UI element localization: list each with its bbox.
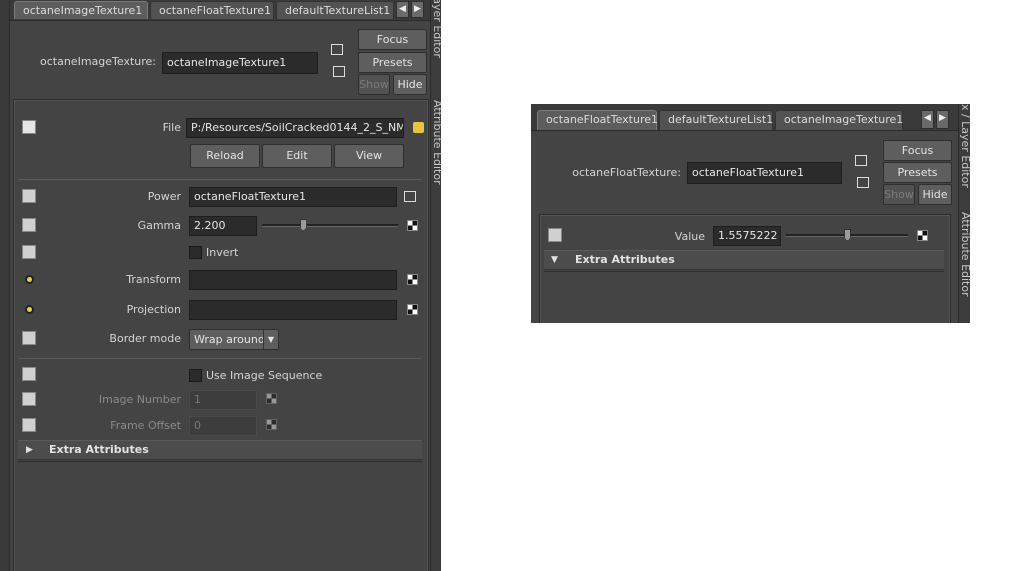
border-mode-dropdown[interactable]: Wrap around ▼	[189, 329, 279, 350]
node-name-label: octaneImageTexture:	[40, 55, 156, 68]
output-connection-icon[interactable]	[857, 177, 869, 188]
image-number-map-icon[interactable]	[266, 393, 277, 404]
node-name-input[interactable]: octaneImageTexture1	[162, 52, 318, 74]
left-edge	[0, 0, 10, 571]
divider	[18, 461, 422, 462]
transform-attribute-icon	[25, 275, 34, 284]
projection-attribute-icon	[25, 305, 34, 314]
value-attribute-icon	[548, 228, 562, 242]
transform-input[interactable]	[189, 270, 397, 290]
focus-button[interactable]: Focus	[883, 140, 952, 161]
tab-scroll-right-button[interactable]: ▶	[411, 1, 424, 18]
sidebar-strip: Box / Layer Editor Attribute Editor	[958, 104, 970, 323]
power-attribute-icon	[22, 189, 36, 203]
value-map-icon[interactable]	[917, 230, 928, 241]
output-connection-icon[interactable]	[333, 66, 345, 77]
tab-bar: octaneFloatTexture1 defaultTextureList1 …	[531, 104, 958, 131]
transform-label: Transform	[126, 273, 181, 286]
chevron-down-icon: ▼	[263, 330, 278, 349]
input-connection-icon[interactable]	[331, 44, 343, 55]
gamma-slider[interactable]	[262, 224, 398, 227]
extra-attributes-section[interactable]: ▶ Extra Attributes	[18, 440, 422, 460]
use-image-sequence-checkbox[interactable]	[189, 369, 202, 382]
border-mode-value: Wrap around	[194, 333, 265, 346]
tab-scroll-left-button[interactable]: ◀	[396, 1, 409, 18]
frame-offset-attribute-icon	[22, 418, 36, 432]
sidebar-strip: Box / Layer Editor Attribute Editor	[430, 0, 441, 571]
sidebar-label-attribute-editor[interactable]: Attribute Editor	[959, 212, 970, 297]
tab-octane-image-texture[interactable]: octaneImageTexture1	[775, 110, 903, 130]
sequence-attribute-icon	[22, 367, 36, 381]
hide-button[interactable]: Hide	[393, 74, 427, 95]
border-mode-label: Border mode	[109, 332, 181, 345]
extra-attributes-label: Extra Attributes	[575, 253, 675, 266]
tab-octane-float-texture[interactable]: octaneFloatTexture1	[150, 1, 274, 19]
gamma-attribute-icon	[22, 218, 36, 232]
gamma-map-icon[interactable]	[407, 220, 418, 231]
extra-attributes-section[interactable]: ▼ Extra Attributes	[544, 250, 944, 270]
tab-scroll-left-button[interactable]: ◀	[921, 110, 934, 129]
frame-offset-label: Frame Offset	[110, 419, 181, 432]
projection-input[interactable]	[189, 300, 397, 320]
power-map-icon[interactable]	[404, 191, 416, 202]
divider	[544, 271, 944, 272]
invert-checkbox[interactable]	[189, 246, 202, 259]
file-path-input[interactable]: P:/Resources/SoilCracked0144_2_S_NM.jpg	[186, 118, 404, 138]
value-input[interactable]: 1.5575222	[713, 226, 781, 246]
image-number-label: Image Number	[98, 393, 181, 406]
node-name-input[interactable]: octaneFloatTexture1	[687, 162, 842, 184]
presets-button[interactable]: Presets	[358, 52, 427, 73]
show-button[interactable]: Show	[883, 184, 915, 205]
image-number-input[interactable]: 1	[189, 390, 257, 410]
value-label: Value	[674, 230, 705, 243]
tab-default-texture-list[interactable]: defaultTextureList1	[659, 110, 773, 130]
view-button[interactable]: View	[334, 144, 404, 168]
projection-map-icon[interactable]	[407, 304, 418, 315]
show-button[interactable]: Show	[358, 74, 390, 95]
file-attribute-icon	[22, 120, 36, 134]
power-label: Power	[147, 190, 181, 203]
extra-attributes-label: Extra Attributes	[49, 443, 149, 456]
frame-offset-input[interactable]: 0	[189, 416, 257, 436]
tab-octane-float-texture[interactable]: octaneFloatTexture1	[537, 110, 658, 130]
tab-scroll-right-button[interactable]: ▶	[936, 110, 949, 129]
chevron-right-icon: ▶	[26, 445, 33, 455]
chevron-down-icon: ▼	[551, 255, 558, 265]
use-image-sequence-label: Use Image Sequence	[206, 369, 323, 382]
sidebar-label-layer-editor[interactable]: Box / Layer Editor	[431, 0, 441, 58]
frame-offset-map-icon[interactable]	[266, 419, 277, 430]
file-label: File	[162, 121, 181, 134]
tab-default-texture-list[interactable]: defaultTextureList1	[276, 1, 394, 19]
reload-button[interactable]: Reload	[190, 144, 260, 168]
invert-attribute-icon	[22, 245, 36, 259]
projection-label: Projection	[126, 303, 181, 316]
edit-button[interactable]: Edit	[262, 144, 332, 168]
attribute-editor-right: octaneFloatTexture1 defaultTextureList1 …	[531, 104, 970, 323]
invert-label: Invert	[206, 246, 239, 259]
gamma-input[interactable]: 2.200	[189, 216, 257, 236]
attribute-editor-left: octaneImageTexture1 octaneFloatTexture1 …	[0, 0, 441, 571]
focus-button[interactable]: Focus	[358, 29, 427, 50]
border-mode-attribute-icon	[22, 331, 36, 345]
presets-button[interactable]: Presets	[883, 162, 952, 183]
tab-bar: octaneImageTexture1 octaneFloatTexture1 …	[10, 0, 430, 21]
image-number-attribute-icon	[22, 392, 36, 406]
divider	[18, 179, 422, 180]
tab-octane-image-texture[interactable]: octaneImageTexture1	[14, 1, 148, 19]
sidebar-label-layer-editor[interactable]: Box / Layer Editor	[959, 104, 970, 188]
folder-icon[interactable]	[413, 122, 424, 133]
hide-button[interactable]: Hide	[918, 184, 952, 205]
transform-map-icon[interactable]	[407, 274, 418, 285]
power-input[interactable]: octaneFloatTexture1	[189, 187, 397, 207]
sidebar-label-attribute-editor[interactable]: Attribute Editor	[431, 100, 441, 185]
gamma-label: Gamma	[137, 219, 181, 232]
node-name-label: octaneFloatTexture:	[572, 166, 681, 179]
input-connection-icon[interactable]	[855, 155, 867, 166]
divider	[18, 358, 422, 359]
